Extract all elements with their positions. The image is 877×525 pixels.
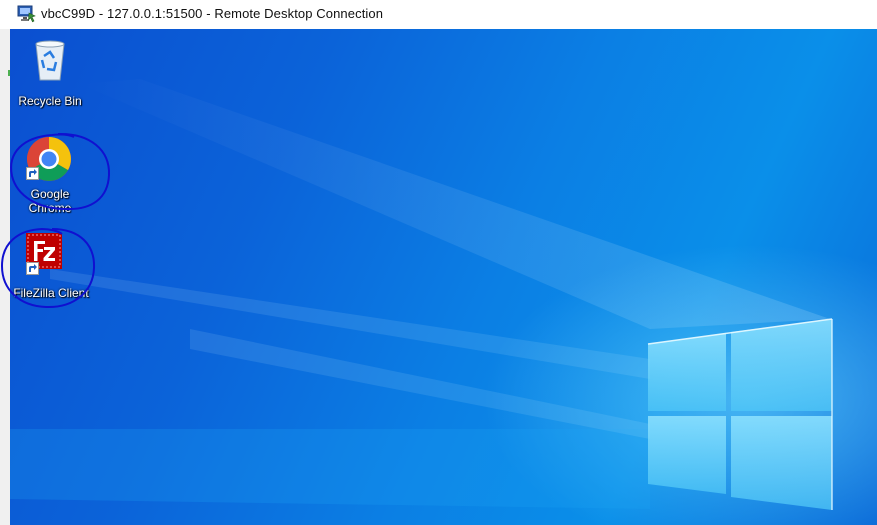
desktop-icon-google-chrome[interactable]: Google Chrome — [14, 132, 86, 216]
desktop-icon-label: FileZilla Client — [13, 286, 89, 300]
desktop-icon-recycle-bin[interactable]: Recycle Bin — [12, 35, 88, 108]
desktop-icon-label-line1: Google — [30, 187, 70, 201]
shortcut-arrow-icon — [26, 167, 39, 180]
shortcut-arrow-icon — [26, 262, 39, 275]
desktop-icon-label: Recycle Bin — [18, 94, 82, 108]
desktop-icon-filezilla-client[interactable]: FileZilla Client — [10, 230, 92, 302]
desktop[interactable]: Recycle Bin Google Chrome FileZilla Clie… — [10, 29, 877, 525]
wallpaper — [10, 79, 833, 510]
desktop-icon-label-line2: Chrome — [28, 201, 72, 215]
window-left-frame — [0, 29, 10, 525]
title-bar[interactable]: vbcC99D - 127.0.0.1:51500 - Remote Deskt… — [0, 0, 877, 29]
window-title: vbcC99D - 127.0.0.1:51500 - Remote Deskt… — [41, 6, 384, 21]
recycle-bin-icon — [35, 40, 65, 81]
windows-logo — [647, 318, 833, 510]
remote-desktop-icon — [17, 5, 36, 23]
